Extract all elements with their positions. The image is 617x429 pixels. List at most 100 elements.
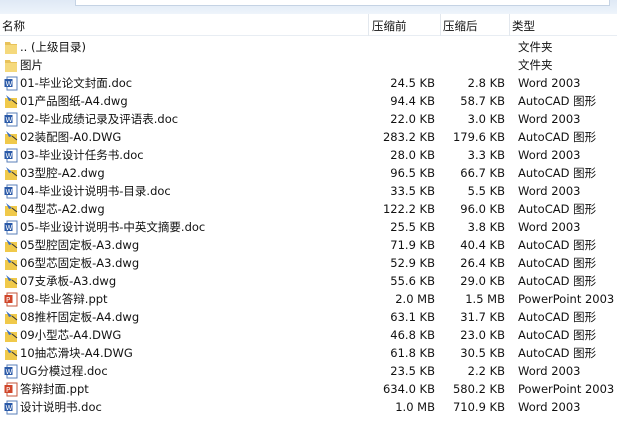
size-before: 55.6 KB: [390, 274, 435, 288]
size-before: 94.4 KB: [390, 94, 435, 108]
file-row[interactable]: 图片 文件夹: [0, 56, 617, 74]
file-row[interactable]: W 02-毕业成绩记录及评语表.doc 22.0 KB 3.0 KB Word …: [0, 110, 617, 128]
file-type: AutoCAD 图形: [518, 256, 597, 270]
file-name: 图片: [20, 58, 43, 72]
file-name: 10抽芯滑块-A4.DWG: [20, 346, 133, 360]
file-name: 04型芯-A2.dwg: [20, 202, 105, 216]
ppt-icon: P: [4, 292, 18, 307]
column-divider[interactable]: [509, 14, 510, 36]
file-row[interactable]: 01产品图纸-A4.dwg 94.4 KB 58.7 KB AutoCAD 图形: [0, 92, 617, 110]
size-after: 58.7 KB: [460, 94, 505, 108]
file-row[interactable]: 10抽芯滑块-A4.DWG 61.8 KB 30.5 KB AutoCAD 图形: [0, 344, 617, 362]
file-row[interactable]: W 03-毕业设计任务书.doc 28.0 KB 3.3 KB Word 200…: [0, 146, 617, 164]
file-row[interactable]: W 04-毕业设计说明书-目录.doc 33.5 KB 5.5 KB Word …: [0, 182, 617, 200]
file-type: AutoCAD 图形: [518, 274, 597, 288]
header-after[interactable]: 压缩后: [443, 18, 478, 34]
svg-text:W: W: [6, 116, 13, 124]
file-name: 08推杆固定板-A4.dwg: [20, 310, 140, 324]
size-before: 22.0 KB: [390, 112, 435, 126]
size-after: 3.8 KB: [467, 220, 505, 234]
file-row[interactable]: 03型腔-A2.dwg 96.5 KB 66.7 KB AutoCAD 图形: [0, 164, 617, 182]
file-type: Word 2003: [518, 112, 581, 126]
file-name: 09小型芯-A4.DWG: [20, 328, 122, 342]
size-after: 30.5 KB: [460, 346, 505, 360]
file-type: AutoCAD 图形: [518, 94, 597, 108]
file-type: PowerPoint 2003: [518, 292, 615, 306]
file-type: AutoCAD 图形: [518, 130, 597, 144]
svg-text:P: P: [6, 296, 10, 304]
file-name: 01产品图纸-A4.dwg: [20, 94, 128, 108]
file-name: 03-毕业设计任务书.doc: [20, 148, 144, 162]
file-name: 07支承板-A3.dwg: [20, 274, 117, 288]
file-type: AutoCAD 图形: [518, 166, 597, 180]
word-icon: W: [4, 220, 18, 235]
file-row[interactable]: 04型芯-A2.dwg 122.2 KB 96.0 KB AutoCAD 图形: [0, 200, 617, 218]
size-before: 46.8 KB: [390, 328, 435, 342]
file-row[interactable]: 02装配图-A0.DWG 283.2 KB 179.6 KB AutoCAD 图…: [0, 128, 617, 146]
file-row[interactable]: .. (上级目录) 文件夹: [0, 38, 617, 56]
size-before: 2.0 MB: [395, 292, 435, 306]
file-type: AutoCAD 图形: [518, 310, 597, 324]
file-row[interactable]: 07支承板-A3.dwg 55.6 KB 29.0 KB AutoCAD 图形: [0, 272, 617, 290]
size-after: 710.9 KB: [452, 400, 505, 414]
file-type: AutoCAD 图形: [518, 346, 597, 360]
size-after: 2.2 KB: [467, 364, 505, 378]
size-after: 3.0 KB: [467, 112, 505, 126]
file-type: Word 2003: [518, 148, 581, 162]
svg-text:W: W: [6, 224, 13, 232]
svg-text:W: W: [6, 152, 13, 160]
svg-text:W: W: [6, 188, 13, 196]
dwg-icon: [4, 202, 18, 217]
size-before: 24.5 KB: [390, 76, 435, 90]
svg-text:P: P: [6, 386, 10, 394]
word-icon: W: [4, 184, 18, 199]
dwg-icon: [4, 238, 18, 253]
column-divider[interactable]: [368, 14, 369, 36]
header-name[interactable]: 名称: [2, 18, 25, 34]
file-row[interactable]: 06型芯固定板-A3.dwg 52.9 KB 26.4 KB AutoCAD 图…: [0, 254, 617, 272]
dwg-icon: [4, 310, 18, 325]
header-type[interactable]: 类型: [512, 18, 535, 34]
file-type: Word 2003: [518, 220, 581, 234]
file-type: PowerPoint 2003: [518, 382, 615, 396]
file-name: UG分模过程.doc: [20, 364, 108, 378]
size-before: 52.9 KB: [390, 256, 435, 270]
svg-text:W: W: [6, 404, 13, 412]
file-name: 06型芯固定板-A3.dwg: [20, 256, 140, 270]
file-row[interactable]: W 设计说明书.doc 1.0 MB 710.9 KB Word 2003: [0, 398, 617, 416]
file-name: 02装配图-A0.DWG: [20, 130, 122, 144]
file-name: 05-毕业设计说明书-中英文摘要.doc: [20, 220, 206, 234]
file-name: 03型腔-A2.dwg: [20, 166, 105, 180]
file-row[interactable]: P 答辩封面.ppt 634.0 KB 580.2 KB PowerPoint …: [0, 380, 617, 398]
file-row[interactable]: W UG分模过程.doc 23.5 KB 2.2 KB Word 2003: [0, 362, 617, 380]
file-type: AutoCAD 图形: [518, 202, 597, 216]
file-row[interactable]: 09小型芯-A4.DWG 46.8 KB 23.0 KB AutoCAD 图形: [0, 326, 617, 344]
file-row[interactable]: W 01-毕业论文封面.doc 24.5 KB 2.8 KB Word 2003: [0, 74, 617, 92]
header-before[interactable]: 压缩前: [372, 18, 407, 34]
word-icon: W: [4, 400, 18, 415]
size-before: 634.0 KB: [382, 382, 435, 396]
word-icon: W: [4, 148, 18, 163]
file-type: Word 2003: [518, 184, 581, 198]
file-row[interactable]: W 05-毕业设计说明书-中英文摘要.doc 25.5 KB 3.8 KB Wo…: [0, 218, 617, 236]
folder-icon: [4, 40, 18, 55]
file-name: 08-毕业答辩.ppt: [20, 292, 108, 306]
dwg-icon: [4, 274, 18, 289]
file-name: 04-毕业设计说明书-目录.doc: [20, 184, 171, 198]
size-before: 25.5 KB: [390, 220, 435, 234]
toolbar-band: [0, 0, 617, 14]
size-after: 5.5 KB: [467, 184, 505, 198]
column-divider[interactable]: [440, 14, 441, 36]
file-row[interactable]: 05型腔固定板-A3.dwg 71.9 KB 40.4 KB AutoCAD 图…: [0, 236, 617, 254]
size-after: 26.4 KB: [460, 256, 505, 270]
address-bar[interactable]: [75, 0, 610, 6]
size-before: 96.5 KB: [390, 166, 435, 180]
word-icon: W: [4, 76, 18, 91]
file-type: Word 2003: [518, 76, 581, 90]
file-type: AutoCAD 图形: [518, 238, 597, 252]
word-icon: W: [4, 364, 18, 379]
size-after: 2.8 KB: [467, 76, 505, 90]
file-row[interactable]: P 08-毕业答辩.ppt 2.0 MB 1.5 MB PowerPoint 2…: [0, 290, 617, 308]
size-after: 66.7 KB: [460, 166, 505, 180]
file-row[interactable]: 08推杆固定板-A4.dwg 63.1 KB 31.7 KB AutoCAD 图…: [0, 308, 617, 326]
